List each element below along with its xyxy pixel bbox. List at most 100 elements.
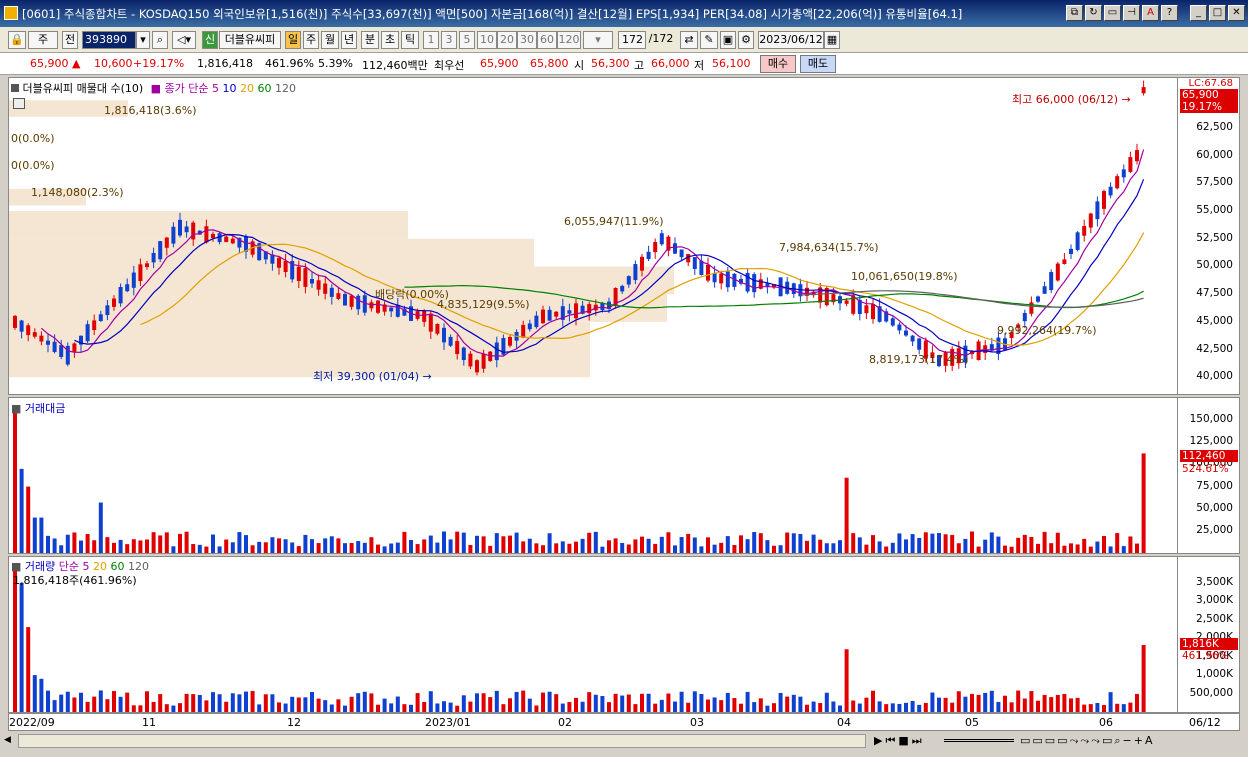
volume-bar <box>59 545 64 553</box>
whole-button[interactable]: 전 <box>62 31 78 49</box>
window-icon[interactable]: ▭ <box>1104 5 1121 21</box>
volume-bar <box>277 538 281 553</box>
volume-bar <box>336 538 341 553</box>
candle <box>428 313 433 332</box>
candle <box>673 243 677 254</box>
interval-1[interactable]: 1 <box>423 31 439 49</box>
volume-bar <box>303 697 308 712</box>
link-icon[interactable]: ⧉ <box>1066 5 1083 21</box>
low-label: 저 <box>694 59 705 72</box>
volume-bar <box>72 697 77 712</box>
candle <box>1088 213 1093 228</box>
candle <box>481 353 486 369</box>
calendar-icon[interactable]: ▦ <box>824 31 840 49</box>
ask-price: 65,900 <box>480 57 519 70</box>
interval-10[interactable]: 10 <box>477 31 497 49</box>
low-price: 56,100 <box>712 57 751 70</box>
interval-3[interactable]: 3 <box>441 31 457 49</box>
horizontal-scrollbar[interactable] <box>18 734 866 748</box>
line-tool-icon[interactable]: ✎ <box>700 31 718 49</box>
volume-bar <box>211 692 215 712</box>
price-panel[interactable]: 더블유씨피 매물대 수(10) ■ 종가 단순 5 10 20 60 120 최… <box>8 77 1178 395</box>
candle <box>910 335 915 342</box>
refresh-icon[interactable]: ↻ <box>1085 5 1102 21</box>
market-select[interactable]: 주 <box>28 31 58 49</box>
x-tick: 02 <box>558 716 572 729</box>
font-icon[interactable]: A <box>1142 5 1159 21</box>
interval-30[interactable]: 30 <box>517 31 537 49</box>
open-price: 56,300 <box>591 57 630 70</box>
volume-bar <box>607 702 611 712</box>
volume-bar <box>178 533 182 553</box>
chart-tool-icon[interactable]: ⇄ <box>680 31 698 49</box>
help-icon[interactable]: ? <box>1161 5 1178 21</box>
x-axis: 2022/09 11 12 2023/01 02 03 04 05 06 06/… <box>8 713 1240 731</box>
scroll-left-icon[interactable]: ◀ <box>4 735 16 747</box>
period-second[interactable]: 초 <box>381 31 399 49</box>
save-icon[interactable]: ▣ <box>720 31 736 49</box>
period-tick[interactable]: 틱 <box>401 31 419 49</box>
buy-button[interactable]: 매수 <box>760 55 796 73</box>
volume-bar <box>871 535 875 553</box>
candle <box>230 238 235 244</box>
candle <box>26 325 31 336</box>
candle <box>105 305 110 316</box>
settings-icon[interactable]: ⚙ <box>738 31 754 49</box>
interval-120[interactable]: 120 <box>557 31 581 49</box>
pin-icon[interactable]: ⊣ <box>1123 5 1140 21</box>
volume-bar <box>343 543 347 553</box>
volume-bar <box>521 541 526 553</box>
volume-bar <box>811 534 816 553</box>
volume-bar <box>897 533 902 553</box>
search-icon[interactable]: ⌕ <box>152 31 168 49</box>
speaker-icon[interactable]: ◁▾ <box>172 31 196 49</box>
candle <box>1082 225 1087 236</box>
volume-bar <box>422 702 427 712</box>
count-input[interactable]: 172 <box>618 31 646 49</box>
code-input[interactable]: 393890 <box>82 31 136 49</box>
volume-bar <box>1135 693 1139 712</box>
period-minute[interactable]: 분 <box>361 31 379 49</box>
zoom-slider[interactable] <box>944 739 1014 742</box>
period-week[interactable]: 주 <box>303 31 319 49</box>
volume-bar <box>131 705 136 712</box>
volume-bar <box>151 532 156 553</box>
candle <box>1095 201 1100 220</box>
sell-button[interactable]: 매도 <box>800 55 836 73</box>
price-chart <box>9 80 1146 378</box>
interval-60[interactable]: 60 <box>537 31 557 49</box>
candle <box>336 293 341 299</box>
candle <box>277 257 281 268</box>
volume-bar <box>151 701 156 712</box>
price-tick: 62,500 <box>1196 120 1233 133</box>
volume-bar <box>237 532 242 553</box>
date-input[interactable]: 2023/06/12 <box>758 31 824 49</box>
volume-bar <box>1069 698 1073 712</box>
volume-bar <box>956 691 961 712</box>
grid-icon[interactable] <box>13 98 25 109</box>
lock-icon[interactable]: 🔒 <box>8 31 26 49</box>
period-day[interactable]: 일 <box>285 31 301 49</box>
x-tick: 2022/09 <box>9 716 55 729</box>
code-dropdown-icon[interactable]: ▾ <box>136 31 150 49</box>
interval-custom-select[interactable]: ▾ <box>583 31 613 49</box>
amount-panel[interactable]: ■ 거래대금 <box>8 397 1178 554</box>
interval-20[interactable]: 20 <box>497 31 517 49</box>
volume-panel[interactable]: ■ 거래량 단순 5 20 60 120 1,816,418주(461.96%) <box>8 556 1178 713</box>
candle <box>521 324 526 338</box>
volume-bar <box>250 545 255 553</box>
minimize-button[interactable]: _ <box>1190 5 1207 21</box>
playback-controls[interactable]: ▶⏮■⏭ <box>874 734 925 748</box>
close-button[interactable]: ✕ <box>1228 5 1245 21</box>
volume-bar <box>890 542 895 553</box>
view-tool-icons[interactable]: ▭▭▭▭⤳⤳⤳▭⌕−+A <box>1020 734 1154 748</box>
volume-bar <box>395 542 400 553</box>
volume-bar <box>112 691 116 712</box>
maximize-button[interactable]: □ <box>1209 5 1226 21</box>
price-tick: 52,500 <box>1196 231 1233 244</box>
period-month[interactable]: 월 <box>321 31 339 49</box>
period-year[interactable]: 년 <box>341 31 357 49</box>
volume-bar <box>118 696 123 712</box>
candle <box>508 336 512 346</box>
interval-5[interactable]: 5 <box>459 31 475 49</box>
